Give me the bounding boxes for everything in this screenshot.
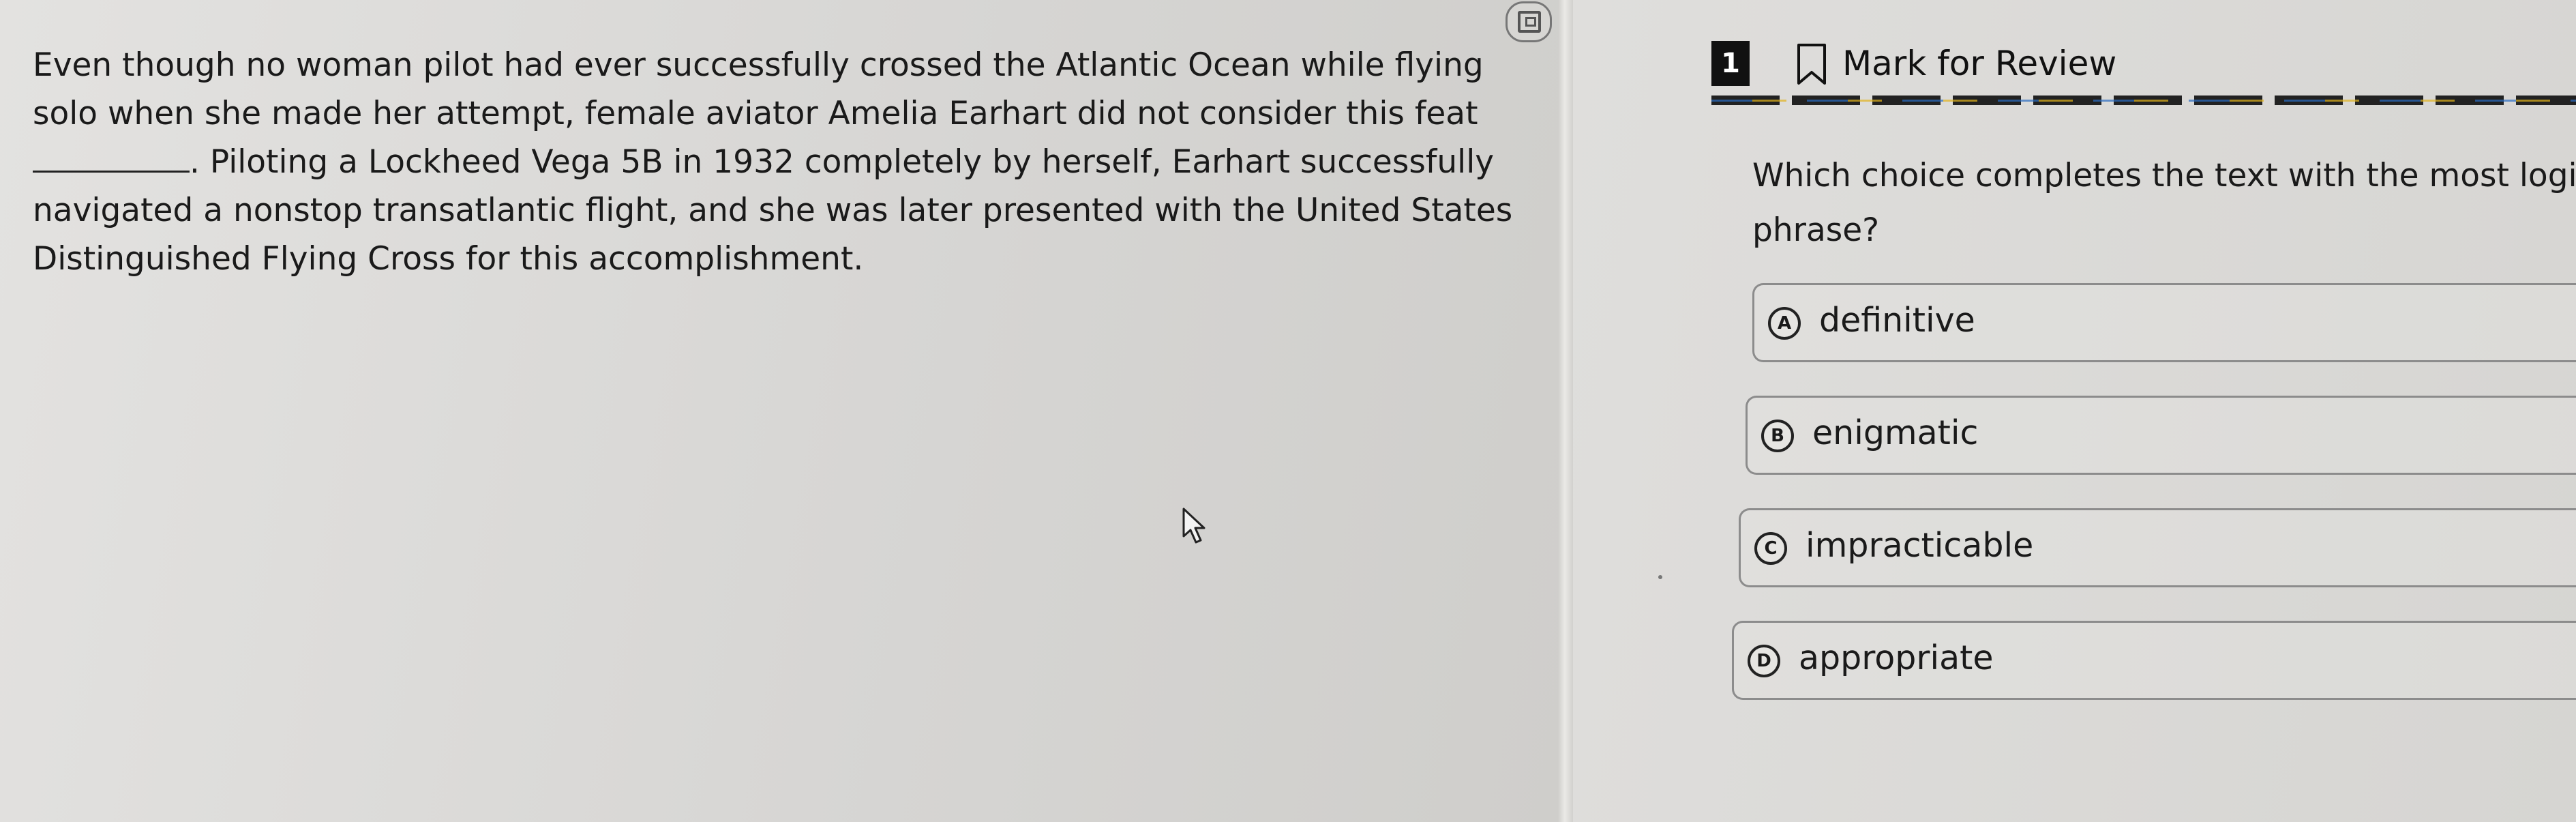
choice-text-c: impracticable: [1806, 526, 2034, 565]
bookmark-icon[interactable]: [1796, 42, 1827, 87]
choice-text-b: enigmatic: [1812, 413, 1979, 452]
passage-blank: [33, 141, 190, 173]
answer-choice-d[interactable]: D appropriate: [1732, 621, 2576, 700]
passage-text-before-blank: Even though no woman pilot had ever succ…: [33, 46, 1484, 132]
collapse-pane-icon[interactable]: [1506, 1, 1552, 42]
passage-text: Even though no woman pilot had ever succ…: [33, 41, 1546, 283]
question-prompt: Which choice completes the text with the…: [1752, 157, 2576, 249]
screen-speck: [1658, 575, 1662, 579]
header-divider: [1711, 96, 2576, 105]
answer-choice-a[interactable]: A definitive: [1752, 283, 2576, 362]
choice-letter-a: A: [1768, 307, 1801, 340]
choice-letter-b: B: [1761, 420, 1794, 452]
collapse-pane-glyph: [1518, 11, 1541, 33]
pane-divider[interactable]: [1558, 0, 1573, 822]
mark-for-review-button[interactable]: Mark for Review: [1842, 41, 2116, 86]
passage-text-after-blank: . Piloting a Lockheed Vega 5B in 1932 co…: [33, 143, 1513, 278]
choice-text-a: definitive: [1819, 301, 1975, 340]
answer-choice-c[interactable]: C impracticable: [1739, 508, 2576, 587]
choice-text-d: appropriate: [1799, 638, 1994, 677]
choice-letter-d: D: [1748, 645, 1780, 677]
question-number: 1: [1711, 41, 1750, 86]
choice-letter-c: C: [1754, 532, 1787, 565]
passage-pane: Even though no woman pilot had ever succ…: [0, 0, 1558, 822]
mouse-cursor-icon: [1182, 508, 1205, 544]
answer-choice-b[interactable]: B enigmatic: [1746, 396, 2576, 475]
question-header: 1 Mark for Review: [1711, 34, 2576, 100]
